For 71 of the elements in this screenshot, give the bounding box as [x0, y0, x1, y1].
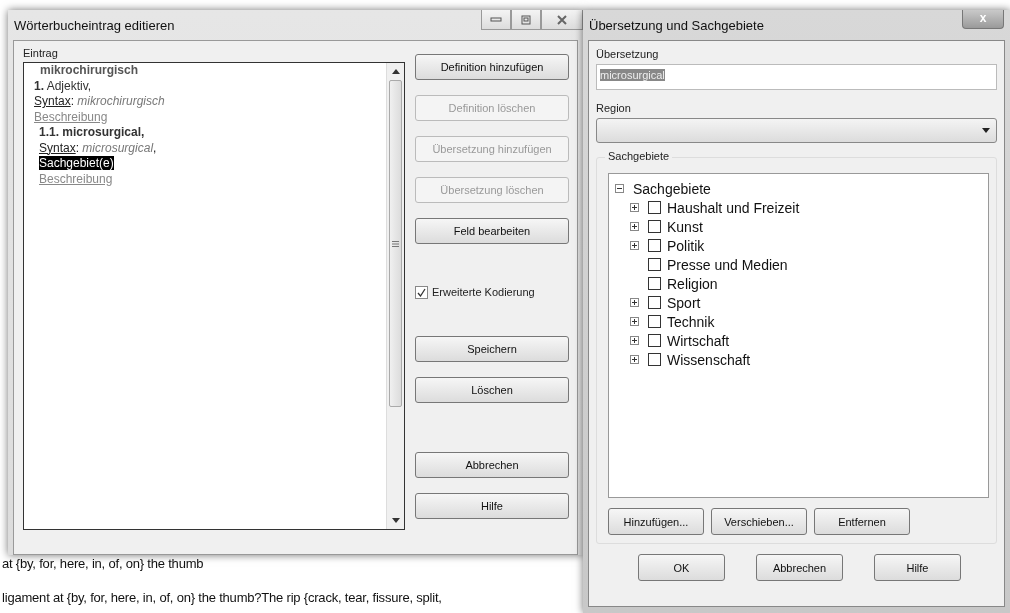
document-text: at {by, for, here, in, of, on} the thumb: [2, 556, 205, 572]
checkbox[interactable]: [648, 334, 661, 347]
syntax-line: Syntax: mikrochirurgisch: [34, 94, 166, 110]
checkbox[interactable]: [648, 315, 661, 328]
entry-editor[interactable]: mikrochirurgisch 1. Adjektiv, Syntax: mikrochirurgisch Beschreibung 1.1. microsurgical, Syntax: microsurgical, Sachgebiet(e) Beschreibung: [23, 62, 405, 530]
scroll-down-arrow-icon[interactable]: [391, 518, 400, 523]
dropdown-arrow-icon: [982, 128, 990, 133]
field-label: Übersetzung: [596, 48, 660, 60]
maximize-icon: [521, 14, 531, 25]
close-icon: [557, 14, 567, 25]
checkbox[interactable]: [648, 277, 661, 290]
dialog-button[interactable]: Verschieben...: [711, 508, 807, 535]
tree-item[interactable]: Kunst: [667, 218, 703, 235]
tree-item[interactable]: Wissenschaft: [667, 351, 751, 368]
field-label: Region: [596, 102, 632, 114]
checkbox-label[interactable]: Erweiterte Kodierung: [432, 286, 535, 298]
tree-view[interactable]: Sachgebiete Haushalt und Freizeit Kunst Politik Presse und Medien Religion Sport Technik Wirtschaft Wissenschaft: [608, 173, 989, 498]
headword-text: mikrochirurgisch: [40, 63, 140, 79]
region-dropdown[interactable]: [596, 118, 997, 143]
dialog-button[interactable]: Entfernen: [814, 508, 910, 535]
minimize-icon: [490, 16, 502, 23]
checkbox[interactable]: [648, 296, 661, 309]
dialog-button[interactable]: Hinzufügen...: [608, 508, 704, 535]
checkbox[interactable]: [648, 258, 661, 271]
tree-item[interactable]: Sachgebiete: [633, 180, 711, 197]
tree-item[interactable]: Haushalt und Freizeit: [667, 199, 800, 216]
subject-link[interactable]: Sachgebiet(e): [39, 156, 114, 170]
scrollbar[interactable]: [386, 63, 404, 529]
checkbox[interactable]: [648, 239, 661, 252]
expand-icon[interactable]: [630, 241, 639, 250]
tree-item[interactable]: Religion: [667, 275, 718, 292]
tree-item[interactable]: Wirtschaft: [667, 332, 730, 349]
checkbox[interactable]: [415, 285, 428, 299]
expand-icon[interactable]: [630, 203, 639, 212]
window-title: Übersetzung und Sachgebiete: [589, 17, 764, 33]
minimize-button[interactable]: [481, 10, 511, 30]
description-link[interactable]: Beschreibung: [39, 171, 386, 187]
tree-item[interactable]: Presse und Medien: [667, 256, 788, 273]
dialog-button[interactable]: Definition hinzufügen: [415, 54, 569, 80]
maximize-button[interactable]: [511, 10, 541, 30]
dialog-button[interactable]: Abbrechen: [756, 554, 843, 581]
expand-icon[interactable]: [630, 317, 639, 326]
description-link[interactable]: Beschreibung: [34, 109, 386, 125]
checkbox[interactable]: [648, 201, 661, 214]
tree-item[interactable]: Technik: [667, 313, 715, 330]
syntax-line: Syntax: microsurgical,: [39, 140, 158, 156]
close-button[interactable]: [541, 10, 583, 30]
translation-heading: 1.1. microsurgical,: [39, 125, 146, 141]
expand-icon[interactable]: [630, 355, 639, 364]
expand-icon[interactable]: [630, 298, 639, 307]
dialog-button[interactable]: Abbrechen: [415, 452, 569, 478]
expand-icon[interactable]: [630, 336, 639, 345]
window-title: Wörterbucheintrag editieren: [14, 17, 175, 33]
dialog-button[interactable]: OK: [638, 554, 725, 581]
definition-heading: 1. Adjektiv,: [34, 78, 93, 94]
checkbox[interactable]: [648, 353, 661, 366]
tree-item[interactable]: Politik: [667, 237, 705, 254]
document-text: ligament at {by, for, here, in, of, on} the thumb?The rip {crack, tear, fissure, split,: [2, 590, 443, 605]
scroll-up-arrow-icon[interactable]: [391, 69, 400, 74]
field-label: Eintrag: [23, 47, 59, 59]
checkbox[interactable]: [648, 220, 661, 233]
dialog-button[interactable]: Feld bearbeiten: [415, 218, 569, 244]
tree-item[interactable]: Sport: [667, 294, 701, 311]
grip-icon: [392, 240, 399, 247]
dialog-button[interactable]: Hilfe: [874, 554, 961, 581]
group-label: Sachgebiete: [605, 150, 673, 162]
dialog-button[interactable]: Löschen: [415, 377, 569, 403]
dialog-button[interactable]: Hilfe: [415, 493, 569, 519]
collapse-icon[interactable]: [615, 184, 624, 193]
expand-icon[interactable]: [630, 222, 639, 231]
dialog-button[interactable]: Speichern: [415, 336, 569, 362]
